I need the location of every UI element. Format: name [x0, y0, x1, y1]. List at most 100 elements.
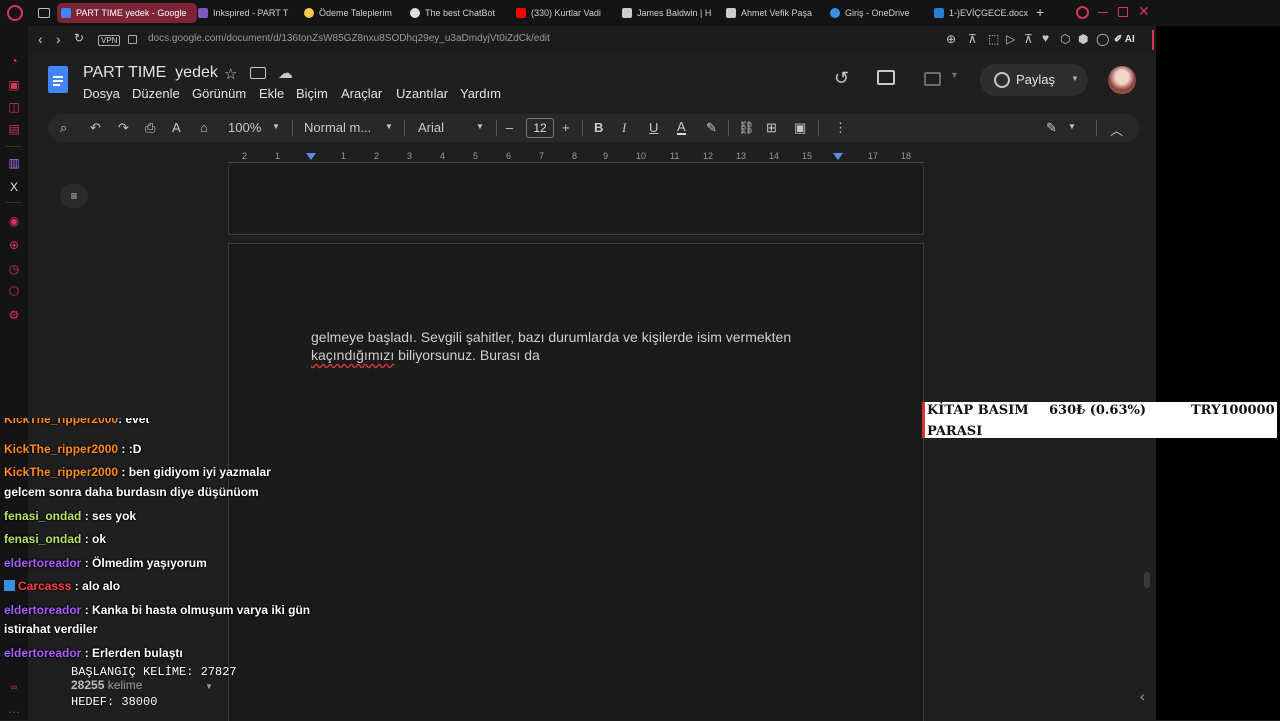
undo-icon[interactable]: ↶: [90, 120, 101, 136]
tab-youtube[interactable]: (330) Kurtlar Vadi: [516, 3, 612, 23]
pinboard-icon[interactable]: ⊕: [7, 238, 21, 252]
right-indent-marker-icon[interactable]: [833, 153, 843, 160]
hide-menus-icon[interactable]: ︿: [1110, 120, 1123, 139]
decrease-font-size-icon[interactable]: –: [506, 120, 513, 135]
menu-araclar[interactable]: Araçlar: [341, 86, 382, 101]
messenger-icon[interactable]: ▤: [7, 122, 21, 136]
search-menus-icon[interactable]: ⌕: [60, 120, 67, 136]
pin-icon[interactable]: ⊼: [968, 32, 977, 46]
meet-dropdown-icon[interactable]: ▼: [950, 70, 959, 80]
player-icon[interactable]: ◉: [7, 214, 21, 228]
insert-image-icon[interactable]: ▣: [794, 120, 806, 136]
share-button[interactable]: Paylaş ▼: [980, 64, 1088, 96]
flow-icon[interactable]: ◫: [7, 100, 21, 114]
minimize-icon[interactable]: [1098, 12, 1108, 13]
menu-bicim[interactable]: Biçim: [296, 86, 328, 101]
paint-format-icon[interactable]: ⌂: [200, 120, 208, 135]
add-comment-icon[interactable]: ⊞: [766, 120, 777, 136]
style-select[interactable]: Normal m...: [304, 120, 371, 135]
extensions-icon[interactable]: ⬡: [1060, 32, 1070, 46]
tab-chatbot[interactable]: The best ChatBot: [410, 3, 506, 23]
ruler-number: 2: [242, 151, 248, 161]
font-select[interactable]: Arial: [418, 120, 444, 135]
profile-icon[interactable]: ◯: [1096, 32, 1109, 46]
sidebar-footer-icon[interactable]: ∞: [7, 680, 21, 694]
more-icon[interactable]: …: [7, 702, 21, 716]
redo-icon[interactable]: ↷: [118, 120, 129, 136]
more-options-icon[interactable]: ⋮: [834, 120, 847, 136]
spellcheck-icon[interactable]: A: [172, 120, 181, 135]
tab-ahmet-vefik[interactable]: Ahmet Vefik Paşa: [726, 3, 816, 23]
link-icon[interactable]: ⛓: [738, 120, 755, 136]
x-twitter-icon[interactable]: X: [7, 180, 21, 194]
tab-docx[interactable]: 1-)EVİÇGECE.docx: [934, 3, 1030, 23]
back-icon[interactable]: ‹: [38, 31, 43, 47]
search-tabs-icon[interactable]: [1076, 6, 1089, 19]
print-icon[interactable]: ⎙: [145, 120, 155, 136]
zoom-select[interactable]: 100%: [228, 120, 261, 135]
misspelled-word[interactable]: kaçındığımızı: [311, 347, 394, 363]
aria-icon[interactable]: ◔: [7, 54, 21, 68]
page-current[interactable]: [228, 243, 924, 721]
send-icon[interactable]: ▷: [1006, 32, 1015, 46]
meet-icon[interactable]: [924, 72, 941, 86]
zoom-icon[interactable]: ⊕: [946, 32, 956, 46]
tab-odeme[interactable]: Ödeme Taleplerim: [304, 3, 400, 23]
bold-icon[interactable]: B: [594, 120, 603, 135]
editing-mode-icon[interactable]: ✎: [1046, 120, 1057, 136]
tab-part-time[interactable]: PART TIME yedek - Google: [57, 3, 197, 23]
menu-dosya[interactable]: Dosya: [83, 86, 120, 101]
bookmark-icon[interactable]: ⊼: [1024, 32, 1033, 46]
ai-button[interactable]: ✐ AI: [1114, 34, 1135, 45]
chat-message: KickThe_ripper2000: evet: [4, 418, 149, 428]
vpn-badge[interactable]: VPN: [98, 35, 121, 46]
document-text-line[interactable]: kaçındığımızı biliyorsunuz. Burası da: [311, 347, 540, 363]
opera-logo-icon[interactable]: [7, 5, 23, 21]
menu-gorunum[interactable]: Görünüm: [192, 86, 246, 101]
document-outline-icon[interactable]: ≡: [60, 184, 88, 208]
history-icon[interactable]: ◷: [7, 262, 21, 276]
tab-james-baldwin[interactable]: James Baldwin | H: [622, 3, 718, 23]
italic-icon[interactable]: I: [622, 120, 626, 136]
wallet-icon[interactable]: ⬢: [1078, 32, 1088, 46]
indent-marker-icon[interactable]: [306, 153, 316, 160]
menu-ekle[interactable]: Ekle: [259, 86, 284, 101]
url-field[interactable]: docs.google.com/document/d/136tonZsW85GZ…: [148, 33, 550, 44]
text-color-icon[interactable]: A: [677, 120, 686, 135]
star-icon[interactable]: ☆: [224, 65, 237, 83]
menu-duzenle[interactable]: Düzenle: [132, 86, 180, 101]
comments-icon[interactable]: [877, 70, 895, 85]
menu-yardim[interactable]: Yardım: [460, 86, 501, 101]
tab-onedrive[interactable]: Giriş - OneDrive: [830, 3, 926, 23]
new-tab-icon[interactable]: +: [1036, 4, 1044, 20]
underline-icon[interactable]: U: [649, 120, 658, 135]
increase-font-size-icon[interactable]: +: [562, 120, 570, 135]
heart-icon[interactable]: ♥: [1042, 31, 1049, 45]
maximize-icon[interactable]: [1118, 7, 1128, 17]
settings-icon[interactable]: ⚙: [7, 308, 21, 322]
extensions-icon[interactable]: ⬡: [7, 284, 21, 298]
reload-icon[interactable]: ↻: [74, 31, 84, 45]
crypto-wallet-icon[interactable]: ▣: [7, 78, 21, 92]
cloud-status-icon[interactable]: ☁: [278, 64, 293, 82]
move-folder-icon[interactable]: [250, 67, 266, 79]
highlight-icon[interactable]: ✎: [706, 120, 717, 136]
font-size-field[interactable]: 12: [526, 118, 554, 138]
tab-overview-icon[interactable]: [38, 8, 50, 18]
goal-progress: 630₺ (0.63%): [1049, 403, 1147, 418]
forward-icon[interactable]: ›: [56, 31, 61, 47]
version-history-icon[interactable]: ↺: [834, 68, 849, 89]
twitch-icon[interactable]: ▥: [7, 156, 21, 170]
scrollbar[interactable]: [1144, 572, 1150, 588]
avatar[interactable]: [1108, 66, 1136, 94]
google-docs-logo-icon[interactable]: [48, 66, 68, 93]
document-text-line[interactable]: gelmeye başladı. Sevgili şahitler, bazı …: [311, 329, 791, 345]
tab-inkspired[interactable]: Inkspired - PART T: [198, 3, 294, 23]
document-title[interactable]: PART TIME yedek: [83, 64, 218, 82]
close-icon[interactable]: ✕: [1138, 3, 1150, 20]
word-count-widget[interactable]: 28255 kelime: [71, 678, 142, 692]
snapshot-icon[interactable]: ⬚: [988, 32, 999, 46]
word-count-dropdown-icon[interactable]: ▼: [205, 682, 213, 691]
side-panel-toggle-icon[interactable]: ‹: [1140, 688, 1145, 704]
menu-uzantilar[interactable]: Uzantılar: [396, 86, 448, 101]
